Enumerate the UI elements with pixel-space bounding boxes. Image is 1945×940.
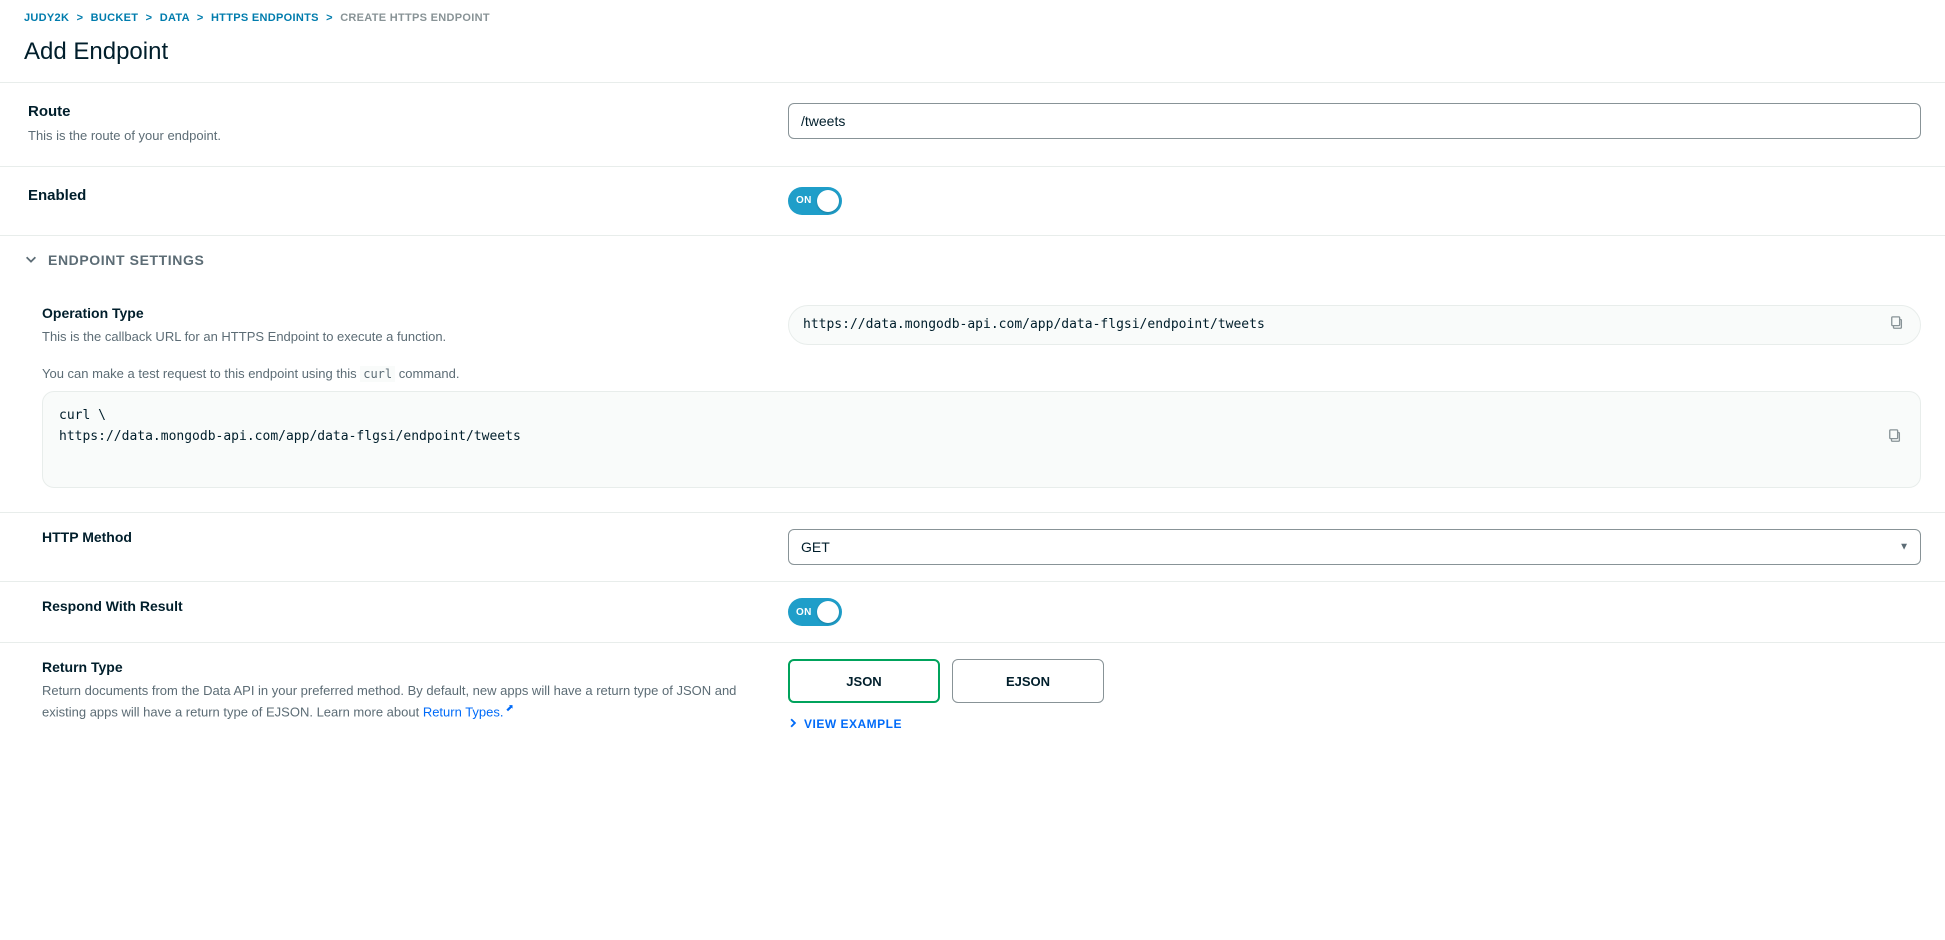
breadcrumb-separator: > <box>77 12 84 24</box>
enabled-row: Enabled ON <box>0 167 1945 236</box>
callback-url-box: https://data.mongodb-api.com/app/data-fl… <box>788 305 1921 345</box>
breadcrumb-link[interactable]: BUCKET <box>91 12 139 24</box>
view-example-link[interactable]: VIEW EXAMPLE <box>788 717 902 731</box>
breadcrumb-separator: > <box>197 12 204 24</box>
return-type-ejson-button[interactable]: EJSON <box>952 659 1104 703</box>
return-types-link[interactable]: Return Types. <box>423 704 504 719</box>
toggle-on-label: ON <box>796 195 812 206</box>
operation-type-label: Operation Type <box>42 305 764 321</box>
section-title: ENDPOINT SETTINGS <box>48 252 204 268</box>
route-row: Route This is the route of your endpoint… <box>0 83 1945 167</box>
return-type-description: Return documents from the Data API in yo… <box>42 681 764 721</box>
breadcrumb-current: CREATE HTTPS ENDPOINT <box>340 12 490 24</box>
view-example-label: VIEW EXAMPLE <box>804 717 902 731</box>
respond-label: Respond With Result <box>42 598 764 614</box>
toggle-knob <box>817 601 839 623</box>
breadcrumb-separator: > <box>146 12 153 24</box>
http-method-select[interactable]: GET <box>788 529 1921 565</box>
copy-icon[interactable] <box>1888 314 1906 336</box>
return-type-label: Return Type <box>42 659 764 675</box>
respond-with-result-row: Respond With Result ON <box>0 582 1945 643</box>
external-link-icon: ⬈ <box>506 703 514 714</box>
enabled-toggle[interactable]: ON <box>788 187 842 215</box>
breadcrumb-link[interactable]: JUDY2K <box>24 12 69 24</box>
curl-code-word: curl <box>360 366 395 382</box>
route-label: Route <box>28 103 764 120</box>
curl-command: curl \ https://data.mongodb-api.com/app/… <box>59 406 1808 473</box>
toggle-knob <box>817 190 839 212</box>
breadcrumb: JUDY2K > BUCKET > DATA > HTTPS ENDPOINTS… <box>0 8 1945 34</box>
operation-type-description: This is the callback URL for an HTTPS En… <box>42 327 764 347</box>
enabled-label: Enabled <box>28 187 764 204</box>
curl-code-block: curl \ https://data.mongodb-api.com/app/… <box>42 391 1921 488</box>
http-method-row: HTTP Method GET ▼ <box>0 513 1945 582</box>
curl-note: You can make a test request to this endp… <box>42 366 1921 391</box>
breadcrumb-link[interactable]: HTTPS ENDPOINTS <box>211 12 319 24</box>
copy-icon[interactable] <box>1808 406 1904 473</box>
http-method-label: HTTP Method <box>42 529 764 545</box>
chevron-right-icon <box>788 717 798 731</box>
page-title: Add Endpoint <box>0 34 1945 82</box>
route-input[interactable] <box>788 103 1921 139</box>
callback-url-text: https://data.mongodb-api.com/app/data-fl… <box>803 317 1888 332</box>
route-description: This is the route of your endpoint. <box>28 126 764 146</box>
toggle-on-label: ON <box>796 607 812 618</box>
return-type-row: Return Type Return documents from the Da… <box>0 643 1945 747</box>
endpoint-settings-header[interactable]: ENDPOINT SETTINGS <box>0 236 1945 285</box>
respond-toggle[interactable]: ON <box>788 598 842 626</box>
return-type-json-button[interactable]: JSON <box>788 659 940 703</box>
breadcrumb-separator: > <box>326 12 333 24</box>
operation-type-row: Operation Type This is the callback URL … <box>0 285 1945 514</box>
return-type-group: JSON EJSON <box>788 659 1921 703</box>
chevron-down-icon <box>24 252 38 269</box>
breadcrumb-link[interactable]: DATA <box>160 12 190 24</box>
